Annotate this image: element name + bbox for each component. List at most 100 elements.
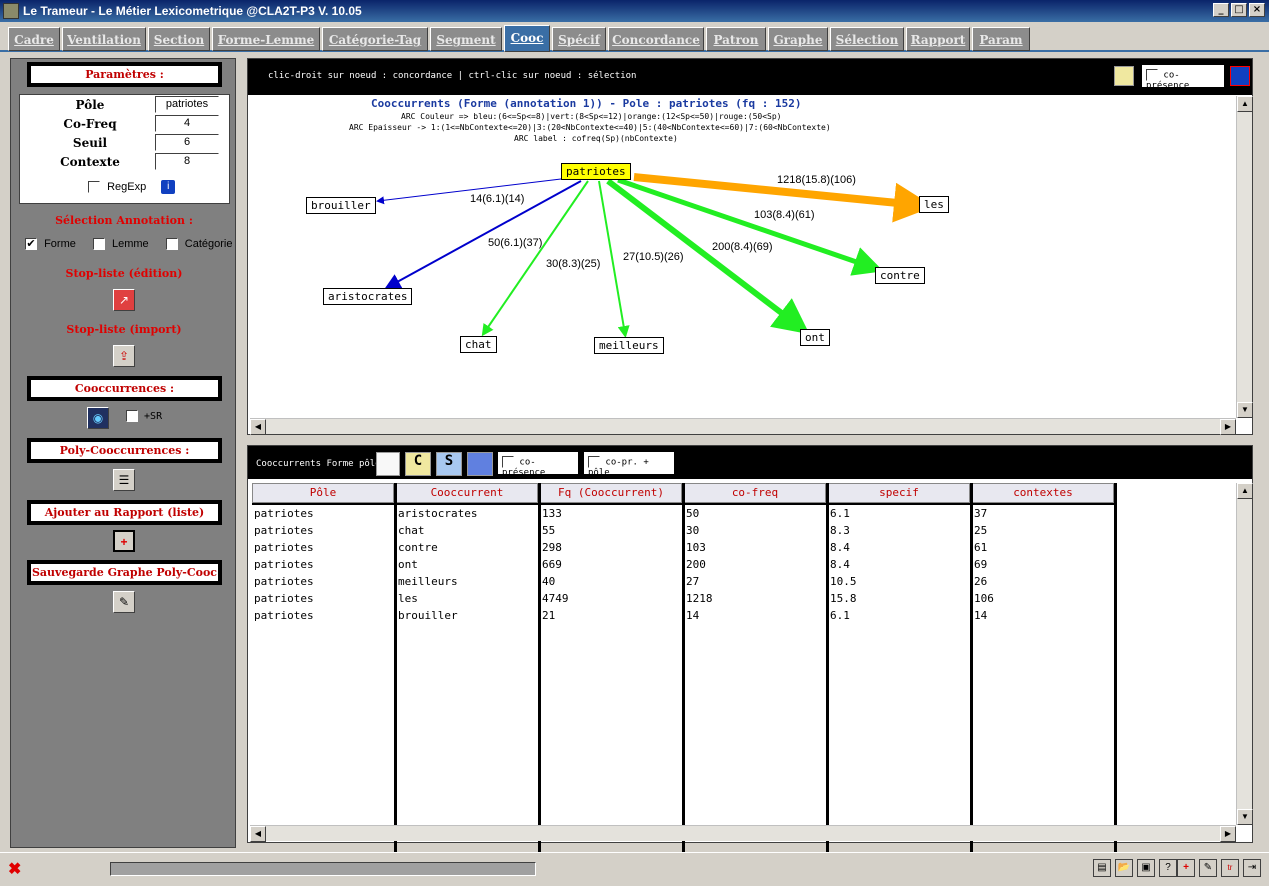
tab-concordance[interactable]: Concordance [608, 27, 704, 51]
tab-cooc[interactable]: Cooc [504, 25, 550, 52]
stop-icon[interactable]: ✖ [8, 859, 21, 879]
table-cell[interactable]: 133 [542, 507, 562, 520]
tab-specif[interactable]: Spécif [552, 27, 606, 51]
node-chat[interactable]: chat [460, 336, 497, 353]
run-cooc-icon[interactable]: ◉ [87, 407, 109, 429]
table-cell[interactable]: contre [398, 541, 438, 554]
add-report-icon[interactable]: + [1177, 859, 1195, 877]
table-cell[interactable]: 26 [974, 575, 987, 588]
scroll-down-icon[interactable]: ▼ [1237, 402, 1253, 418]
sr-checkbox[interactable] [126, 410, 138, 422]
col-header-pole[interactable]: Pôle [252, 483, 394, 503]
table-cell[interactable]: 15.8 [830, 592, 857, 605]
table-cell[interactable]: 298 [542, 541, 562, 554]
table-cell[interactable]: patriotes [254, 541, 314, 554]
table-cell[interactable]: patriotes [254, 524, 314, 537]
table-cell[interactable]: 30 [686, 524, 699, 537]
table-cell[interactable]: meilleurs [398, 575, 458, 588]
col-header-specif[interactable]: specif [828, 483, 970, 503]
table-horizontal-scrollbar[interactable]: ◀ ▶ [250, 825, 1236, 842]
matrix-icon[interactable] [376, 452, 400, 476]
regexp-checkbox[interactable] [88, 181, 100, 193]
scroll-left-icon[interactable]: ◀ [250, 419, 266, 435]
table-cell[interactable]: patriotes [254, 507, 314, 520]
table-cell[interactable]: patriotes [254, 609, 314, 622]
table-cell[interactable]: 10.5 [830, 575, 857, 588]
vertical-splitter[interactable] [238, 58, 246, 848]
scroll-right-icon[interactable]: ▶ [1220, 419, 1236, 435]
table-cell[interactable]: patriotes [254, 575, 314, 588]
tab-ventilation[interactable]: Ventilation [62, 27, 146, 51]
table-cell[interactable]: 37 [974, 507, 987, 520]
trameur-logo-icon[interactable]: tr [1221, 859, 1239, 877]
tab-rapport[interactable]: Rapport [906, 27, 970, 51]
col-header-fq[interactable]: Fq (Cooccurrent) [540, 483, 682, 503]
table-cell[interactable]: brouiller [398, 609, 458, 622]
table-cell[interactable]: 6.1 [830, 609, 850, 622]
table-icon[interactable] [467, 452, 493, 476]
table-cell[interactable]: 14 [686, 609, 699, 622]
maximize-button[interactable]: □ [1231, 3, 1247, 17]
tab-section[interactable]: Section [148, 27, 210, 51]
table-cell[interactable]: 106 [974, 592, 994, 605]
table-cell[interactable]: 55 [542, 524, 555, 537]
info-icon[interactable]: i [161, 180, 176, 194]
table-cell[interactable]: chat [398, 524, 425, 537]
table-cell[interactable]: 27 [686, 575, 699, 588]
sr-tool-icon[interactable]: ▤ [1093, 859, 1111, 877]
table-cell[interactable]: 1218 [686, 592, 713, 605]
tab-cadre[interactable]: Cadre [8, 27, 60, 51]
table-cell[interactable]: 61 [974, 541, 987, 554]
tab-categorie-tag[interactable]: Catégorie-Tag [322, 27, 428, 51]
table-cell[interactable]: 8.4 [830, 541, 850, 554]
stop-list-edit-icon[interactable]: ↗ [113, 289, 135, 311]
cofreq-input[interactable]: 4 [155, 115, 219, 132]
tab-patron[interactable]: Patron [706, 27, 766, 51]
table-cell[interactable]: 103 [686, 541, 706, 554]
table-scroll-down-icon[interactable]: ▼ [1237, 809, 1253, 825]
table-copresence-checkbox[interactable] [502, 456, 514, 468]
table-cell[interactable]: 200 [686, 558, 706, 571]
table-cell[interactable]: 69 [974, 558, 987, 571]
pole-input[interactable]: patriotes [155, 96, 219, 113]
table-cell[interactable]: aristocrates [398, 507, 477, 520]
table-cell[interactable]: patriotes [254, 592, 314, 605]
graph-horizontal-scrollbar[interactable]: ◀ ▶ [250, 418, 1236, 435]
node-les[interactable]: les [919, 196, 949, 213]
help-icon[interactable]: ? [1159, 859, 1177, 877]
node-ont[interactable]: ont [800, 329, 830, 346]
table-cell[interactable]: 21 [542, 609, 555, 622]
node-pole[interactable]: patriotes [561, 163, 631, 180]
add-to-report-icon[interactable]: + [113, 530, 135, 552]
table-cell[interactable]: 25 [974, 524, 987, 537]
table-cell[interactable]: 8.3 [830, 524, 850, 537]
table-cell[interactable]: 4749 [542, 592, 569, 605]
table-scroll-right-icon[interactable]: ▶ [1220, 826, 1236, 842]
copr-pole-checkbox[interactable] [588, 456, 600, 468]
edit-icon[interactable]: ✎ [1199, 859, 1217, 877]
table-cell[interactable]: patriotes [254, 558, 314, 571]
table-vertical-scrollbar[interactable]: ▲ ▼ [1236, 483, 1253, 825]
table-cell[interactable]: ont [398, 558, 418, 571]
tab-graphe[interactable]: Graphe [768, 27, 828, 51]
scroll-up-icon[interactable]: ▲ [1237, 96, 1253, 112]
table-cell[interactable]: 50 [686, 507, 699, 520]
node-brouiller[interactable]: brouiller [306, 197, 376, 214]
table-copresence-toggle[interactable]: co-présence [498, 452, 578, 478]
copr-pole-toggle[interactable]: co-pr. + pôle [584, 452, 674, 478]
lemme-checkbox[interactable] [92, 238, 105, 251]
tab-segment[interactable]: Segment [430, 27, 502, 51]
table-scroll-up-icon[interactable]: ▲ [1237, 483, 1253, 499]
minimize-button[interactable]: _ [1213, 3, 1229, 17]
tab-forme-lemme[interactable]: Forme-Lemme [212, 27, 320, 51]
table-cell[interactable]: les [398, 592, 418, 605]
seuil-input[interactable]: 6 [155, 134, 219, 151]
col-header-contextes[interactable]: contextes [972, 483, 1114, 503]
table-cell[interactable]: 669 [542, 558, 562, 571]
table-cell[interactable]: 8.4 [830, 558, 850, 571]
table-cell[interactable]: 40 [542, 575, 555, 588]
forme-checkbox[interactable]: ✔ [25, 238, 37, 251]
c-icon[interactable]: C [405, 452, 431, 476]
node-aristocrates[interactable]: aristocrates [323, 288, 413, 305]
s-icon[interactable]: S [436, 452, 462, 476]
